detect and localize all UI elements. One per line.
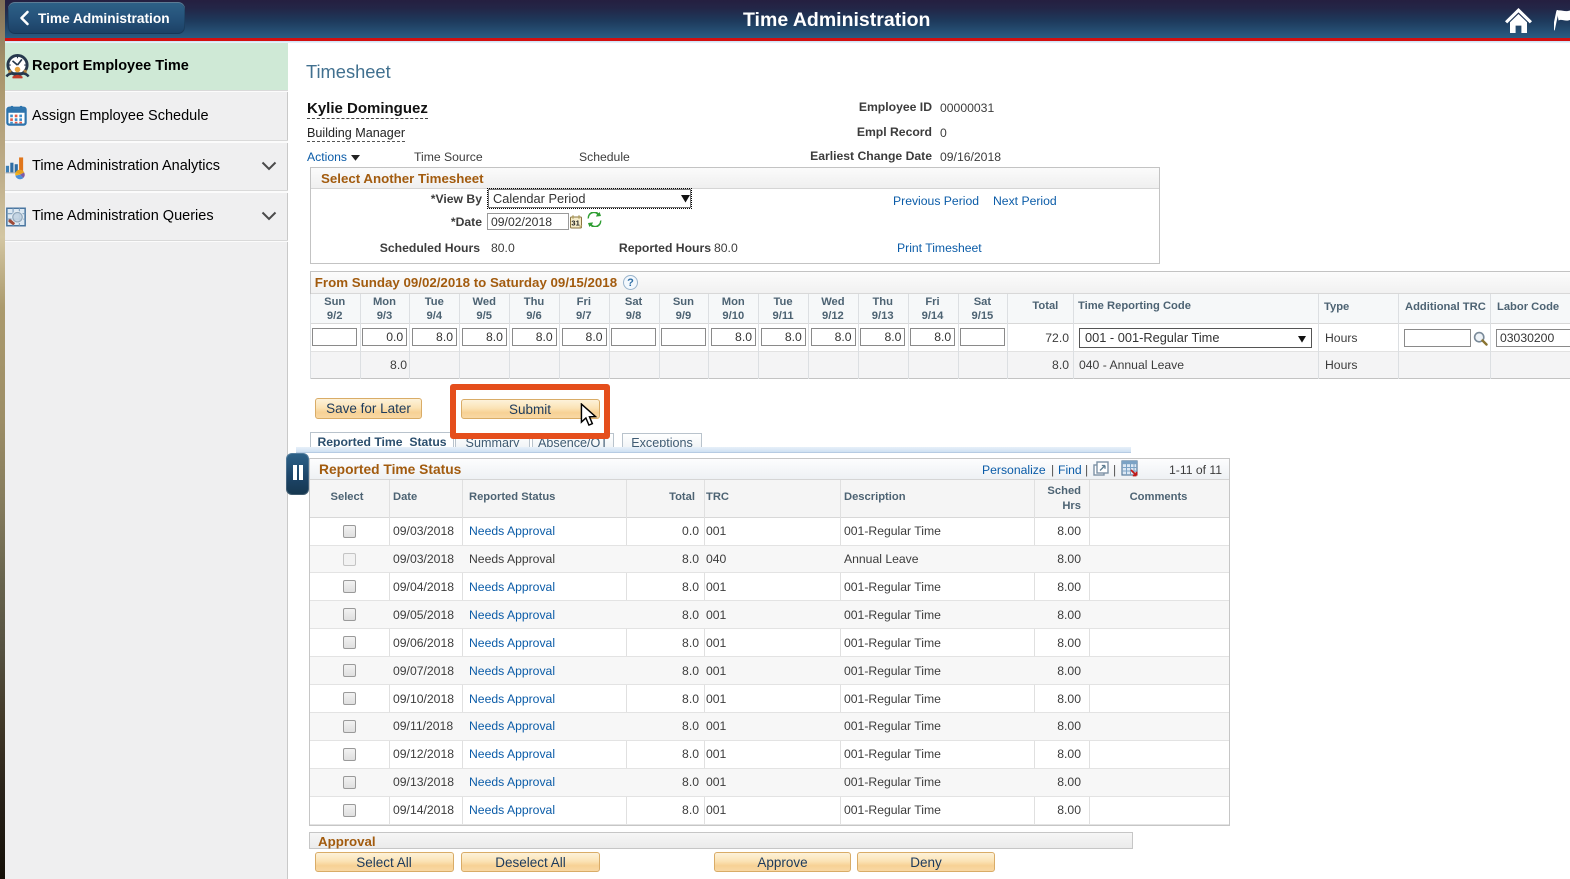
svg-text:31: 31 — [571, 219, 579, 228]
